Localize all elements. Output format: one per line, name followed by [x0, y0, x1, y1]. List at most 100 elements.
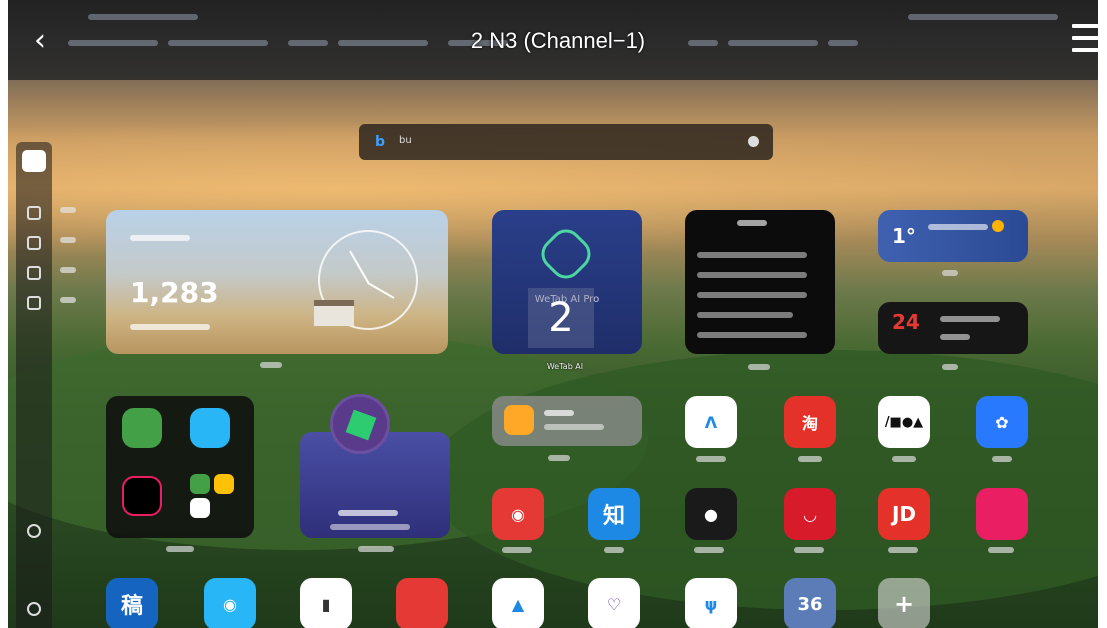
design-icon[interactable]	[27, 266, 41, 280]
news-item[interactable]	[697, 312, 793, 318]
stats-subcaption	[130, 324, 210, 330]
bookmark-item[interactable]	[68, 40, 158, 46]
folder-label	[166, 546, 194, 552]
app-label	[502, 547, 532, 553]
stats-widget[interactable]: 1,283	[106, 210, 448, 354]
book-icon[interactable]: ▮	[300, 578, 352, 628]
penguin-icon[interactable]: ◉	[204, 578, 256, 628]
mini-title	[544, 410, 574, 416]
bookmark-item[interactable]	[728, 40, 818, 46]
iqiyi-icon[interactable]	[122, 408, 162, 448]
search-input[interactable]: bu	[399, 135, 412, 146]
hamburger-menu-icon[interactable]	[1072, 24, 1098, 58]
search-bar[interactable]: b bu	[359, 124, 773, 160]
calendar-label	[942, 364, 958, 370]
app-drop-icon[interactable]: ●	[685, 488, 737, 540]
weather-temp: 1°	[892, 224, 916, 248]
sidebar	[16, 142, 52, 628]
app-icon-small[interactable]	[190, 474, 210, 494]
mini-app-icon	[504, 405, 534, 435]
app-label	[892, 456, 916, 462]
app-label	[694, 547, 724, 553]
news-item[interactable]	[697, 252, 807, 258]
bookmark-item[interactable]	[168, 40, 268, 46]
jd-icon[interactable]: JD	[878, 488, 930, 540]
game-subtitle	[330, 524, 410, 530]
ai-app-icon[interactable]: Λ	[685, 396, 737, 448]
app-label	[696, 456, 726, 462]
news-item[interactable]	[697, 332, 807, 338]
mini-widget[interactable]	[492, 396, 642, 446]
app-36-icon[interactable]: 36	[784, 578, 836, 628]
ai-label: WeTab AI	[546, 362, 584, 371]
app-label	[992, 456, 1012, 462]
sun-icon	[992, 220, 1004, 232]
browser-toolbar-icons[interactable]	[908, 14, 1058, 20]
calendar-lunar	[940, 334, 970, 340]
overlay-number: 2	[528, 288, 594, 348]
calendar-date	[940, 316, 1000, 322]
news-title	[737, 220, 767, 226]
app-triangle-icon[interactable]: ▲	[492, 578, 544, 628]
xiaohongshu-icon[interactable]	[396, 578, 448, 628]
sidebar-item-label	[60, 267, 76, 273]
app-label	[794, 547, 824, 553]
bilibili-icon[interactable]	[190, 408, 230, 448]
info-icon[interactable]	[27, 524, 41, 538]
settings-icon[interactable]	[27, 602, 41, 616]
bookmark-item[interactable]	[828, 40, 858, 46]
back-arrow-icon[interactable]: ‹	[34, 26, 64, 58]
weather-label	[942, 270, 958, 276]
game-logo-icon	[330, 394, 390, 454]
stats-value: 1,283	[130, 276, 219, 309]
app-pink-icon[interactable]	[976, 488, 1028, 540]
calendar-widget[interactable]: 24	[878, 302, 1028, 354]
news-item[interactable]	[697, 292, 807, 298]
ai-flower-icon	[534, 222, 598, 286]
app-label	[798, 456, 822, 462]
app-logo-icon[interactable]	[22, 150, 46, 172]
program-icon[interactable]	[27, 236, 41, 250]
bookmark-item[interactable]	[688, 40, 718, 46]
app-icon-small[interactable]	[190, 498, 210, 518]
heart-icon[interactable]: ♡	[588, 578, 640, 628]
home-icon[interactable]	[27, 206, 41, 220]
mini-subtitle	[544, 424, 604, 430]
add-app-icon[interactable]: +	[878, 578, 930, 628]
house-image	[314, 300, 354, 326]
taobao-icon[interactable]: 淘	[784, 396, 836, 448]
sidebar-item-label	[60, 207, 76, 213]
bookmark-item[interactable]	[338, 40, 428, 46]
app-icon-small[interactable]	[214, 474, 234, 494]
weibo-icon[interactable]: ◉	[492, 488, 544, 540]
gao-icon[interactable]: 稿	[106, 578, 158, 628]
bookmark-item[interactable]	[288, 40, 328, 46]
news-item[interactable]	[697, 272, 807, 278]
wetab-ai-widget[interactable]: WeTab AI Pro 2	[492, 210, 642, 354]
stats-label	[260, 362, 282, 368]
game-title	[338, 510, 398, 516]
sidebar-item-label	[60, 237, 76, 243]
app-label	[988, 547, 1014, 553]
news-widget[interactable]	[685, 210, 835, 354]
tiktok-icon[interactable]	[122, 476, 162, 516]
sidebar-item-label	[60, 297, 76, 303]
camera-icon[interactable]	[748, 136, 759, 147]
window-title: 2 N3 (Channel−1)	[470, 28, 646, 53]
bing-icon: b	[375, 134, 386, 150]
baidu-icon[interactable]: ✿	[976, 396, 1028, 448]
game-label	[358, 546, 394, 552]
mini-label	[548, 455, 570, 461]
zhihu-icon[interactable]: 知	[588, 488, 640, 540]
screen: ‹ 2 N3 (Channel−1) b bu 1,283 WeTab AI P…	[8, 0, 1098, 628]
moa-icon[interactable]: /■●▲	[878, 396, 930, 448]
tmall-icon[interactable]: ◡	[784, 488, 836, 540]
game-icon[interactable]	[27, 296, 41, 310]
address-bar[interactable]	[88, 14, 198, 20]
calendar-day: 24	[892, 310, 920, 334]
news-label	[748, 364, 770, 370]
weather-widget[interactable]: 1°	[878, 210, 1028, 262]
cactus-icon[interactable]: ψ	[685, 578, 737, 628]
stats-caption	[130, 235, 190, 241]
app-folder[interactable]	[106, 396, 254, 538]
